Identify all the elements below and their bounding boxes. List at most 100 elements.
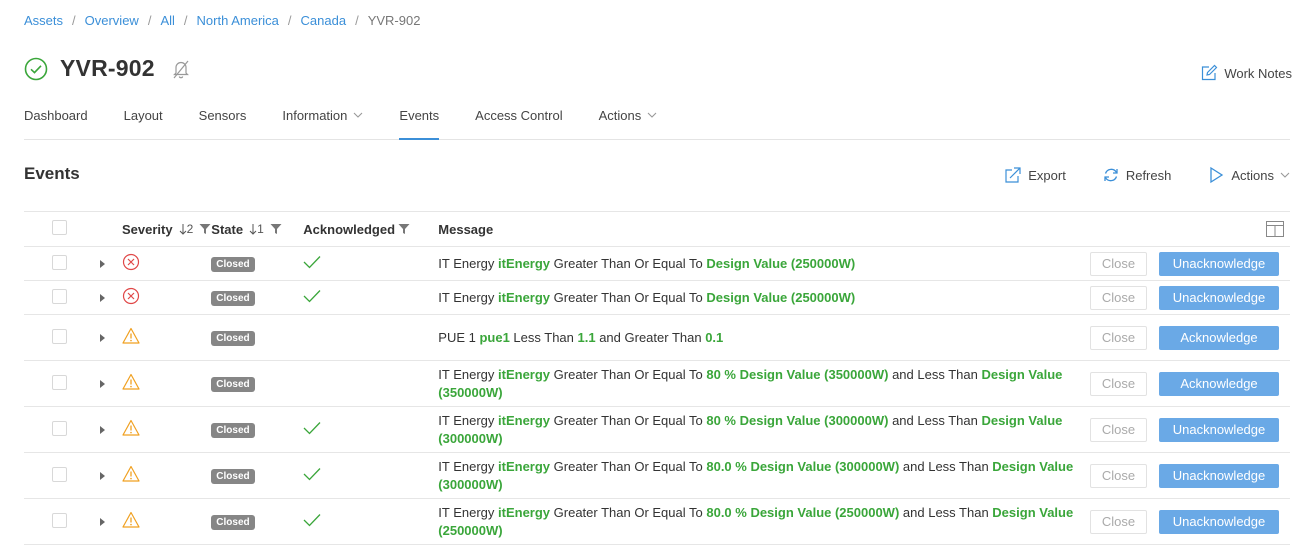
status-badge: Closed [211, 423, 255, 438]
close-event-button[interactable]: Close [1090, 509, 1147, 534]
message-text: and Less Than [899, 504, 993, 520]
row-actions-cell: Close Acknowledge [1090, 314, 1290, 361]
tab-label: Actions [598, 108, 642, 123]
caret-right-icon[interactable] [100, 426, 105, 434]
acknowledge-button[interactable]: Acknowledge [1159, 325, 1279, 350]
row-checkbox[interactable] [51, 254, 67, 270]
events-toolbar: Export Refresh Actions [968, 166, 1290, 184]
unacknowledge-button[interactable]: Unacknowledge [1159, 509, 1279, 534]
select-all-checkbox[interactable] [51, 220, 67, 235]
tab-layout[interactable]: Layout [124, 100, 163, 139]
table-row[interactable]: Closed IT Energy itEnergy Greater Than Or… [24, 280, 1290, 315]
caret-right-icon[interactable] [100, 518, 105, 526]
row-severity-cell [122, 280, 212, 315]
row-checkbox[interactable] [51, 420, 67, 436]
breadcrumb-canada[interactable]: Canada [301, 13, 347, 28]
header-severity[interactable]: Severity 2 [122, 211, 212, 247]
unacknowledge-button[interactable]: Unacknowledge [1159, 285, 1279, 310]
message-text: IT Energy [438, 504, 499, 520]
table-row[interactable]: Closed IT Energy itEnergy Greater Than Or… [24, 246, 1290, 281]
filter-icon[interactable] [398, 223, 410, 235]
caret-right-icon[interactable] [100, 472, 105, 480]
status-badge: Closed [211, 257, 255, 272]
tab-sensors[interactable]: Sensors [199, 100, 247, 139]
tab-events[interactable]: Events [399, 100, 439, 140]
check-icon [303, 422, 321, 435]
header-state[interactable]: State 1 [211, 211, 304, 247]
tab-label: Dashboard [24, 108, 88, 123]
acknowledge-button[interactable]: Acknowledge [1159, 371, 1279, 396]
close-event-button[interactable]: Close [1090, 417, 1147, 442]
row-severity-cell [122, 314, 212, 361]
warning-triangle-icon [122, 465, 140, 482]
close-event-button[interactable]: Close [1090, 371, 1147, 396]
actions-menu-button[interactable]: Actions [1207, 166, 1290, 184]
breadcrumb-overview[interactable]: Overview [85, 13, 139, 28]
table-row[interactable]: Closed IT Energy itEnergy Greater Than Or… [24, 360, 1290, 407]
caret-right-icon[interactable] [100, 260, 105, 268]
severity-sort[interactable]: 2 [179, 222, 193, 236]
filter-icon[interactable] [199, 223, 211, 235]
header-select-cell [24, 211, 94, 247]
message-text: IT Energy [438, 412, 499, 428]
table-row[interactable]: Closed IT Energy itEnergy Greater Than Or… [24, 452, 1290, 499]
message-value: Design Value (250000W) [706, 255, 856, 271]
row-expand-cell [94, 452, 122, 499]
row-checkbox[interactable] [51, 374, 67, 390]
caret-right-icon[interactable] [100, 380, 105, 388]
tab-label: Access Control [475, 108, 563, 123]
message-text: Greater Than Or Equal To [550, 504, 707, 520]
row-severity-cell [122, 246, 212, 281]
work-notes-button[interactable]: Work Notes [1200, 64, 1292, 82]
row-checkbox[interactable] [51, 328, 67, 344]
filter-icon[interactable] [270, 223, 282, 235]
check-circle-icon [24, 57, 48, 80]
columns-icon[interactable] [1266, 221, 1284, 238]
row-checkbox[interactable] [51, 466, 67, 482]
caret-right-icon[interactable] [100, 294, 105, 302]
header-message: Message [438, 211, 1090, 247]
breadcrumb-all[interactable]: All [160, 13, 174, 28]
table-row[interactable]: Closed IT Energy itEnergy Greater Than Or… [24, 406, 1290, 453]
breadcrumb-separator: / [147, 13, 152, 28]
row-select-cell [24, 406, 94, 453]
row-checkbox[interactable] [51, 512, 67, 528]
header-acknowledged[interactable]: Acknowledged [303, 211, 439, 247]
row-expand-cell [94, 498, 122, 545]
close-event-button[interactable]: Close [1090, 285, 1147, 310]
state-sort[interactable]: 1 [249, 222, 264, 236]
table-row[interactable]: Closed PUE 1 pue1 Less Than 1.1 and Great… [24, 314, 1290, 361]
check-icon [303, 468, 321, 481]
close-event-button[interactable]: Close [1090, 325, 1147, 350]
close-event-button[interactable]: Close [1090, 251, 1147, 276]
unacknowledge-button[interactable]: Unacknowledge [1159, 463, 1279, 488]
unacknowledge-button[interactable]: Unacknowledge [1159, 251, 1279, 276]
table-row[interactable]: Closed IT Energy itEnergy Greater Than Or… [24, 498, 1290, 545]
breadcrumb-assets[interactable]: Assets [24, 13, 63, 28]
caret-right-icon[interactable] [100, 334, 105, 342]
row-select-cell [24, 246, 94, 281]
close-event-button[interactable]: Close [1090, 463, 1147, 488]
row-acknowledged-cell [303, 452, 439, 499]
unacknowledge-button[interactable]: Unacknowledge [1159, 417, 1279, 442]
row-message: IT Energy itEnergy Greater Than Or Equal… [438, 280, 1090, 315]
row-checkbox[interactable] [51, 288, 67, 304]
message-text: IT Energy [438, 458, 499, 474]
breadcrumb-north-america[interactable]: North America [197, 13, 279, 28]
acknowledged-header-label: Acknowledged [303, 221, 396, 237]
tab-access-control[interactable]: Access Control [475, 100, 562, 139]
bell-slash-icon[interactable] [171, 58, 191, 80]
export-button[interactable]: Export [1004, 166, 1066, 184]
message-text: IT Energy [438, 366, 499, 382]
warning-triangle-icon [122, 327, 140, 344]
refresh-button[interactable]: Refresh [1102, 166, 1171, 184]
status-badge: Closed [211, 291, 255, 306]
row-message: IT Energy itEnergy Greater Than Or Equal… [438, 452, 1090, 499]
tab-dashboard[interactable]: Dashboard [24, 100, 88, 139]
status-badge: Closed [211, 515, 255, 530]
status-badge: Closed [211, 469, 255, 484]
tab-actions[interactable]: Actions [599, 100, 658, 139]
tab-information[interactable]: Information [282, 100, 363, 139]
row-message: IT Energy itEnergy Greater Than Or Equal… [438, 246, 1090, 281]
breadcrumb-separator: / [72, 13, 76, 28]
